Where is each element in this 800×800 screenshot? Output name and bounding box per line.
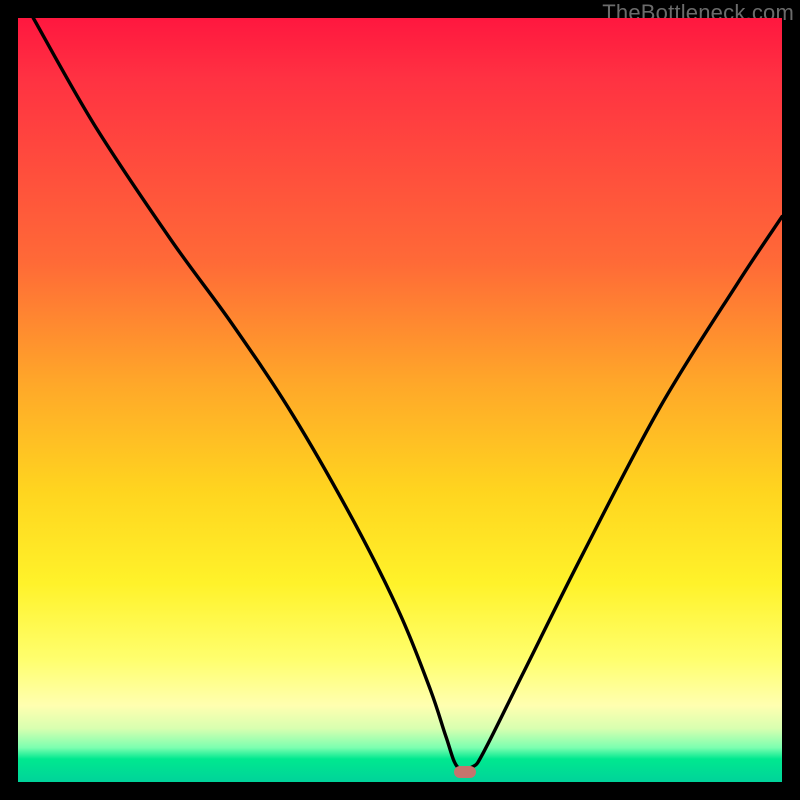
curve-path [33,18,782,770]
plot-area [18,18,782,782]
bottleneck-curve [18,18,782,782]
chart-frame: TheBottleneck.com [0,0,800,800]
minimum-marker [454,766,476,778]
